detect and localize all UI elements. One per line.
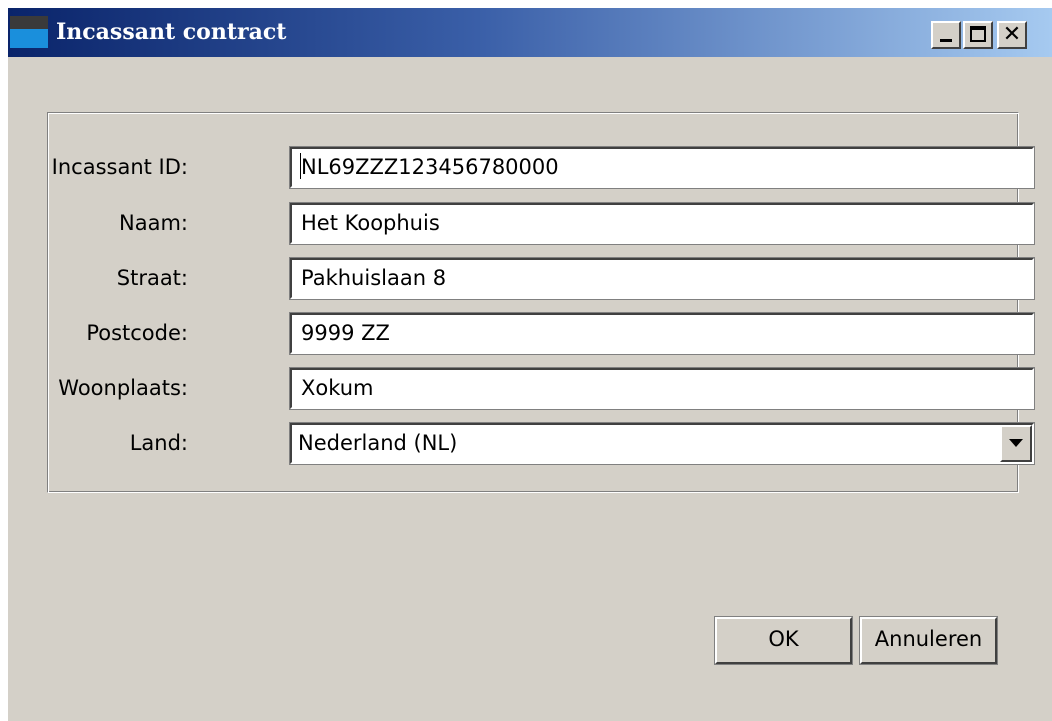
incassant-id-field[interactable]: NL69ZZZ123456780000 — [289, 146, 1035, 189]
form-group-box: Incassant ID: NL69ZZZ123456780000 Naam: … — [47, 112, 1035, 493]
land-value: Nederland (NL) — [298, 431, 458, 455]
maximize-icon — [970, 26, 986, 42]
close-icon: ✕ — [1002, 22, 1022, 47]
chevron-down-icon — [1009, 439, 1023, 447]
minimize-button[interactable] — [931, 21, 961, 49]
text-caret — [300, 153, 301, 179]
land-label: Land: — [129, 431, 188, 455]
land-select[interactable]: Nederland (NL) — [289, 422, 1035, 465]
app-icon — [10, 16, 48, 48]
naam-label: Naam: — [119, 211, 188, 235]
cancel-button[interactable]: Annuleren — [859, 616, 998, 665]
close-button[interactable]: ✕ — [997, 21, 1027, 49]
dialog-window: Incassant contract ✕ Incassant ID: NL69Z… — [8, 8, 1052, 721]
ok-button[interactable]: OK — [714, 616, 853, 665]
woonplaats-label: Woonplaats: — [58, 376, 188, 400]
minimize-icon — [940, 39, 952, 42]
window-title: Incassant contract — [56, 19, 287, 45]
naam-field[interactable]: Het Koophuis — [289, 202, 1035, 245]
woonplaats-field[interactable]: Xokum — [289, 367, 1035, 410]
maximize-button[interactable] — [963, 21, 993, 49]
title-bar[interactable]: Incassant contract ✕ — [8, 8, 1052, 57]
postcode-label: Postcode: — [86, 321, 188, 345]
straat-label: Straat: — [116, 266, 188, 290]
woonplaats-value: Xokum — [301, 376, 374, 400]
postcode-field[interactable]: 9999 ZZ — [289, 312, 1035, 355]
straat-value: Pakhuislaan 8 — [301, 266, 447, 290]
incassant-id-label: Incassant ID: — [51, 155, 188, 179]
incassant-id-value: NL69ZZZ123456780000 — [301, 155, 559, 179]
postcode-value: 9999 ZZ — [301, 321, 390, 345]
dropdown-button[interactable] — [1000, 425, 1032, 462]
naam-value: Het Koophuis — [301, 211, 440, 235]
straat-field[interactable]: Pakhuislaan 8 — [289, 257, 1035, 300]
